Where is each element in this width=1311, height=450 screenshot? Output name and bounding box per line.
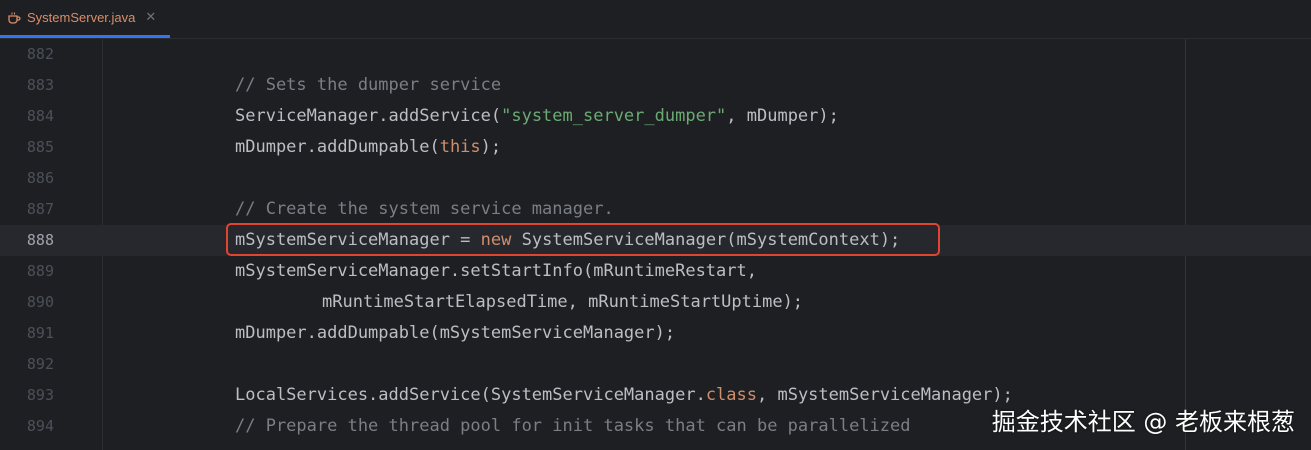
token-plain: mDumper.addDumpable(: [235, 137, 440, 157]
line-number: 883: [26, 76, 54, 94]
tab-systemserver-java[interactable]: SystemServer.java ✕: [0, 0, 170, 38]
java-file-icon: [7, 11, 21, 25]
token-keyword: this: [439, 137, 481, 157]
line-number: 887: [26, 200, 54, 218]
line-number: 884: [26, 107, 54, 125]
line-number: 889: [26, 262, 54, 280]
token-plain: mRuntimeStartElapsedTime, mRuntimeStartU…: [322, 292, 804, 312]
code-line[interactable]: 886: [0, 163, 1311, 194]
code-text: LocalServices.addService(SystemServiceMa…: [235, 380, 1013, 411]
code-line[interactable]: 885 mDumper.addDumpable(this);: [0, 132, 1311, 163]
code-line[interactable]: 889 mSystemServiceManager.setStartInfo(mR…: [0, 256, 1311, 287]
code-line[interactable]: 884 ServiceManager.addService("system_ser…: [0, 101, 1311, 132]
code-line[interactable]: 890 mRuntimeStartElapsedTime, mRuntimeSta…: [0, 287, 1311, 318]
token-comment: // Create the system service manager.: [235, 199, 614, 219]
line-number: 885: [26, 138, 54, 156]
token-plain: LocalServices.addService(SystemServiceMa…: [235, 385, 706, 405]
code-text: ServiceManager.addService("system_server…: [235, 101, 839, 132]
token-plain: mSystemServiceManager.setStartInfo(mRunt…: [235, 261, 757, 281]
token-plain: );: [480, 137, 502, 157]
token-comment: // Sets the dumper service: [235, 75, 502, 95]
highlight-box: [226, 223, 940, 256]
code-text: mSystemServiceManager.setStartInfo(mRunt…: [235, 256, 757, 287]
line-number: 886: [26, 169, 54, 187]
token-keyword: class: [705, 385, 757, 405]
code-text: // Create the system service manager.: [235, 194, 614, 225]
token-comment: // Prepare the thread pool for init task…: [235, 416, 911, 436]
line-number: 892: [26, 355, 54, 373]
line-number: 894: [26, 417, 54, 435]
code-line[interactable]: 883 // Sets the dumper service: [0, 70, 1311, 101]
code-text: // Sets the dumper service: [235, 70, 501, 101]
tab-label: SystemServer.java: [27, 10, 136, 25]
code-editor[interactable]: 882 883 // Sets the dumper service 884 Servi…: [0, 39, 1311, 450]
token-plain: , mDumper);: [726, 106, 839, 126]
token-string: "system_server_dumper": [501, 106, 727, 126]
token-plain: ServiceManager.addService(: [235, 106, 502, 126]
code-line[interactable]: 882: [0, 39, 1311, 70]
code-text: // Prepare the thread pool for init task…: [235, 411, 911, 442]
code-text: mDumper.addDumpable(this);: [235, 132, 501, 163]
token-plain: mDumper.addDumpable(mSystemServiceManage…: [235, 323, 676, 343]
line-number: 882: [26, 45, 54, 63]
line-number: 888: [26, 231, 54, 249]
line-number: 891: [26, 324, 54, 342]
token-plain: , mSystemServiceManager);: [757, 385, 1013, 405]
code-line[interactable]: 887 // Create the system service manager.: [0, 194, 1311, 225]
code-text: mRuntimeStartElapsedTime, mRuntimeStartU…: [322, 287, 803, 318]
line-number: 893: [26, 386, 54, 404]
line-number: 890: [26, 293, 54, 311]
code-text: mDumper.addDumpable(mSystemServiceManage…: [235, 318, 675, 349]
editor-tab-bar: SystemServer.java ✕: [0, 0, 1311, 39]
watermark: 掘金技术社区 @ 老板来根葱: [991, 408, 1295, 436]
code-line[interactable]: 891 mDumper.addDumpable(mSystemServiceMan…: [0, 318, 1311, 349]
close-icon[interactable]: ✕: [145, 10, 156, 25]
code-line[interactable]: 892: [0, 349, 1311, 380]
